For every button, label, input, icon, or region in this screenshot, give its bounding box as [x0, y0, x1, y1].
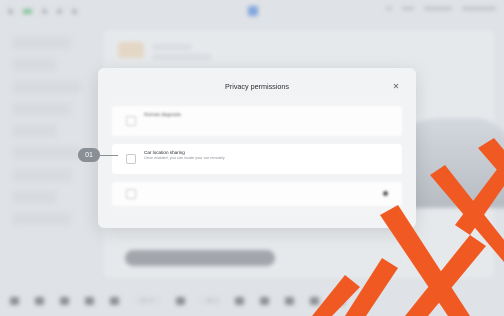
close-icon[interactable]: ✕: [390, 80, 402, 92]
permission-row-subtitle: Once enabled, you can locate your car re…: [144, 156, 225, 160]
permission-row-experience-program[interactable]: [112, 182, 402, 206]
callout-line: [100, 155, 118, 156]
permission-row-title: Remote diagnosis: [144, 112, 181, 117]
callout-badge: 01: [78, 148, 100, 162]
dialog-title: Privacy permissions: [225, 82, 289, 91]
permission-row-title: Car location sharing: [144, 150, 185, 155]
experience-program-checkbox[interactable]: [126, 189, 136, 199]
permission-row-remote-diagnosis[interactable]: Remote diagnosis: [112, 106, 402, 136]
remote-diagnosis-checkbox[interactable]: [126, 116, 136, 126]
car-location-sharing-checkbox[interactable]: [126, 154, 136, 164]
permission-row-car-location-sharing[interactable]: Car location sharing Once enabled, you c…: [112, 144, 402, 174]
privacy-permissions-dialog: Privacy permissions ✕ Remote diagnosis C…: [98, 68, 416, 228]
info-dot-icon[interactable]: [383, 191, 388, 196]
